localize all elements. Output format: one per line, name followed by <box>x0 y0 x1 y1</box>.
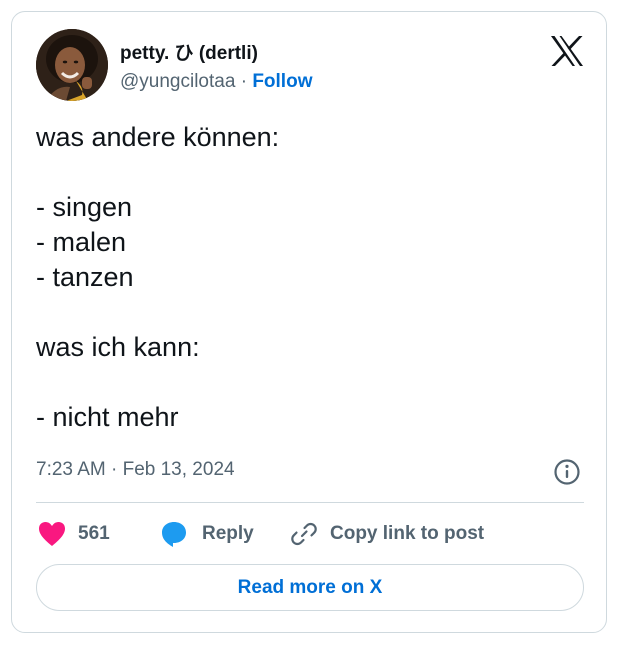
tweet-card: petty. ひ (dertli) @yungcilotaa · Follow … <box>11 11 607 633</box>
copy-link-label: Copy link to post <box>330 523 485 544</box>
info-icon[interactable] <box>553 458 581 486</box>
x-logo-icon[interactable] <box>550 35 584 67</box>
tweet-timestamp[interactable]: 7:23 AM · Feb 13, 2024 <box>36 459 235 481</box>
reply-bubble-icon <box>162 522 186 547</box>
author-handle-row: @yungcilotaa · Follow <box>120 71 312 93</box>
like-button[interactable]: 561 <box>38 517 110 551</box>
reply-button[interactable]: Reply <box>160 517 254 551</box>
follow-button[interactable]: Follow <box>252 71 312 92</box>
author-handle[interactable]: @yungcilotaa <box>120 71 235 92</box>
author-display-name[interactable]: petty. ひ (dertli) <box>120 38 258 65</box>
copy-link-button[interactable]: Copy link to post <box>290 517 484 551</box>
avatar[interactable] <box>36 29 108 101</box>
link-icon <box>291 522 317 546</box>
read-more-button[interactable]: Read more on X <box>36 564 584 611</box>
tweet-text: was andere können: - singen - malen - ta… <box>36 122 280 432</box>
avatar-image <box>36 29 108 101</box>
divider <box>36 502 584 503</box>
separator-dot: · <box>240 71 248 92</box>
heart-icon <box>39 522 65 546</box>
reply-label: Reply <box>202 523 254 544</box>
like-count: 561 <box>78 523 110 544</box>
